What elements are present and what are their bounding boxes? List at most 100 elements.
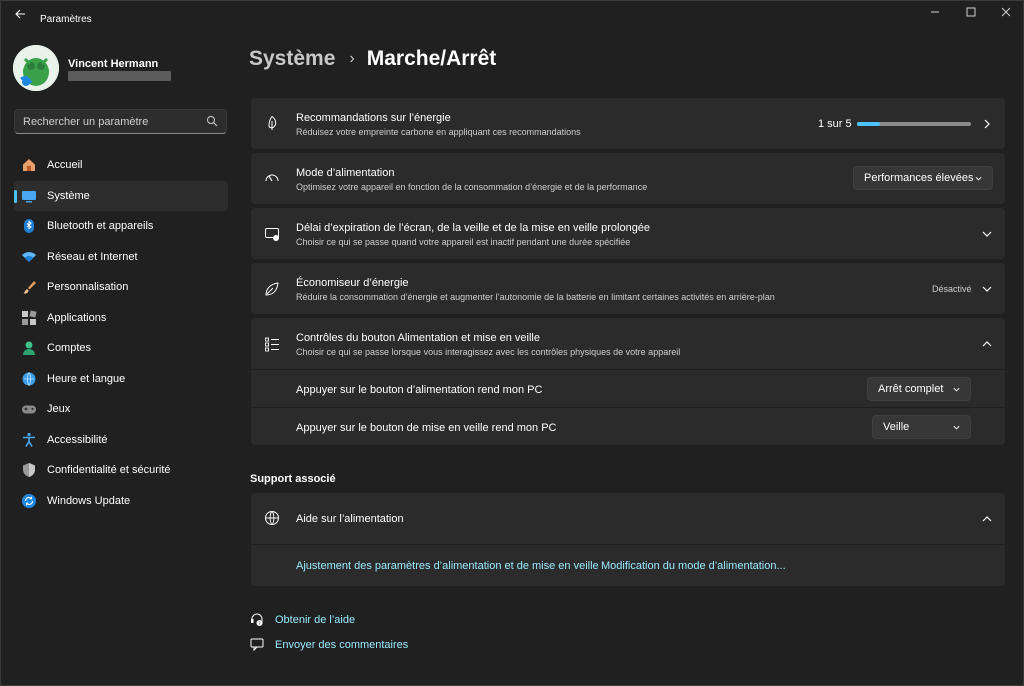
search-input[interactable]: Rechercher un paramètre <box>14 109 227 134</box>
sidebar-item-label: Windows Update <box>47 494 131 507</box>
power-button-action-label: Appuyer sur le bouton d’alimentation ren… <box>296 384 543 396</box>
get-help-icon: ? <box>251 613 263 627</box>
status-text: Désactivé <box>932 284 972 294</box>
sidebar-item-accounts[interactable]: Comptes <box>14 333 228 364</box>
send-feedback-link[interactable]: Envoyer des commentaires <box>275 639 408 651</box>
close-button[interactable] <box>991 5 1021 23</box>
card-description: Optimisez votre appareil en fonction de … <box>296 182 648 192</box>
section-title: Support associé <box>250 473 336 485</box>
sidebar-item-label: Comptes <box>47 342 92 355</box>
search-placeholder: Rechercher un paramètre <box>23 116 149 128</box>
chevron-down-icon <box>953 425 960 430</box>
network-icon <box>21 249 37 265</box>
card-description: Réduisez votre empreinte carbone en appl… <box>296 127 581 137</box>
breadcrumb-parent[interactable]: Système <box>249 47 335 71</box>
power-help-header[interactable]: Aide sur l’alimentation <box>251 493 1005 544</box>
dropdown-value: Performances élevées <box>864 172 974 184</box>
sidebar-item-network[interactable]: Réseau et Internet <box>14 242 228 273</box>
back-button[interactable] <box>11 8 29 24</box>
sidebar-item-windows-update[interactable]: Windows Update <box>14 486 228 517</box>
globe-icon <box>265 511 279 525</box>
page-title: Marche/Arrêt <box>366 47 497 70</box>
card-description: Choisir ce qui se passe lorsque vous int… <box>296 347 681 357</box>
maximize-button[interactable] <box>956 5 986 23</box>
personalization-icon <box>21 279 37 295</box>
card-title: Aide sur l’alimentation <box>296 513 404 525</box>
sidebar-item-label: Applications <box>47 311 107 324</box>
power-mode-gauge-icon <box>265 174 279 182</box>
bluetooth-icon <box>21 218 37 234</box>
card-title: Contrôles du bouton Alimentation et mise… <box>296 332 540 344</box>
progress-fill <box>857 122 880 126</box>
avatar[interactable] <box>13 45 59 91</box>
dropdown-value: Arrêt complet <box>878 383 944 395</box>
accounts-icon <box>21 340 37 356</box>
sidebar-item-apps[interactable]: Applications <box>14 303 228 334</box>
power-button-controls-header[interactable]: Contrôles du bouton Alimentation et mise… <box>251 318 1005 369</box>
sidebar-item-gaming[interactable]: Jeux <box>14 394 228 425</box>
card-description: Choisir ce qui se passe quand votre appa… <box>296 237 631 247</box>
sidebar-item-label: Jeux <box>47 403 71 416</box>
breadcrumb-separator: › <box>349 50 355 67</box>
privacy-icon <box>21 462 37 478</box>
home-icon <box>21 157 37 173</box>
sleep-button-action-label: Appuyer sur le bouton de mise en veille … <box>296 422 557 434</box>
help-link-power-mode[interactable]: Modification du mode d’alimentation... <box>601 560 786 572</box>
card-description: Réduire la consommation d’énergie et aug… <box>296 292 775 302</box>
avatar-image <box>13 45 59 91</box>
leaf-icon <box>268 115 277 130</box>
energy-saver-card[interactable]: Économiseur d’énergie Réduire la consomm… <box>251 263 1005 314</box>
sleep-button-action-dropdown[interactable]: Veille <box>872 415 971 439</box>
search-icon <box>207 116 218 127</box>
divider <box>251 369 1005 370</box>
back-arrow-icon <box>15 9 25 19</box>
screen-sleep-timeout-card[interactable]: Délai d’expiration de l’écran, de la vei… <box>251 208 1005 259</box>
sidebar-item-label: Heure et langue <box>47 372 126 385</box>
chevron-down-icon <box>982 286 992 292</box>
list-icon <box>265 337 279 352</box>
power-mode-dropdown[interactable]: Performances élevées <box>853 166 993 190</box>
sidebar-item-accessibility[interactable]: Accessibilité <box>14 425 228 456</box>
sidebar-item-personalization[interactable]: Personnalisation <box>14 272 228 303</box>
apps-icon <box>21 310 37 326</box>
title-bar: Paramètres <box>1 1 1023 31</box>
sidebar-item-label: Réseau et Internet <box>47 250 138 263</box>
sidebar-item-privacy[interactable]: Confidentialité et sécurité <box>14 455 228 486</box>
sidebar-item-label: Accueil <box>47 159 83 172</box>
sidebar-item-bluetooth[interactable]: Bluetooth et appareils <box>14 211 228 242</box>
card-title: Économiseur d’énergie <box>296 277 409 289</box>
sidebar-item-home[interactable]: Accueil <box>14 150 228 181</box>
sidebar-nav: Accueil Système Bluetooth et appareils R… <box>14 150 228 516</box>
dropdown-value: Veille <box>883 421 910 433</box>
sidebar-item-label: Accessibilité <box>47 433 108 446</box>
divider <box>251 407 1005 408</box>
sidebar-item-time-language[interactable]: Heure et langue <box>14 364 228 395</box>
card-title: Délai d’expiration de l’écran, de la vei… <box>296 222 651 234</box>
progress-label: 1 sur 5 <box>818 118 852 130</box>
help-link-power-sleep[interactable]: Ajustement des paramètres d’alimentation… <box>296 560 599 572</box>
chevron-up-icon <box>982 516 992 522</box>
app-title: Paramètres <box>40 14 92 25</box>
sidebar-item-label: Bluetooth et appareils <box>47 220 154 233</box>
maximize-icon <box>966 7 976 17</box>
settings-window: Paramètres Vincent Hermann Rechercher un… <box>0 0 1024 686</box>
accessibility-icon <box>21 432 37 448</box>
get-help-link[interactable]: Obtenir de l’aide <box>275 614 355 626</box>
time-language-icon <box>21 371 37 387</box>
breadcrumb: Système › Marche/Arrêt <box>249 47 496 71</box>
energy-recommendations-card[interactable]: Recommandations sur l’énergie Réduisez v… <box>251 98 1005 149</box>
sidebar-item-system[interactable]: Système <box>14 180 228 211</box>
power-mode-card: Mode d’alimentation Optimisez votre appa… <box>251 153 1005 204</box>
minimize-button[interactable] <box>920 5 950 23</box>
windows-update-icon <box>21 493 37 509</box>
profile-email-redacted <box>68 71 171 81</box>
sidebar-item-label: Confidentialité et sécurité <box>47 464 171 477</box>
power-button-action-dropdown[interactable]: Arrêt complet <box>867 377 971 401</box>
close-icon <box>1001 7 1011 17</box>
card-title: Recommandations sur l’énergie <box>296 112 451 124</box>
sidebar-item-label: Personnalisation <box>47 281 129 294</box>
chevron-down-icon <box>953 387 960 392</box>
chevron-down-icon <box>975 176 982 181</box>
chevron-up-icon <box>982 341 992 347</box>
divider <box>251 544 1005 545</box>
